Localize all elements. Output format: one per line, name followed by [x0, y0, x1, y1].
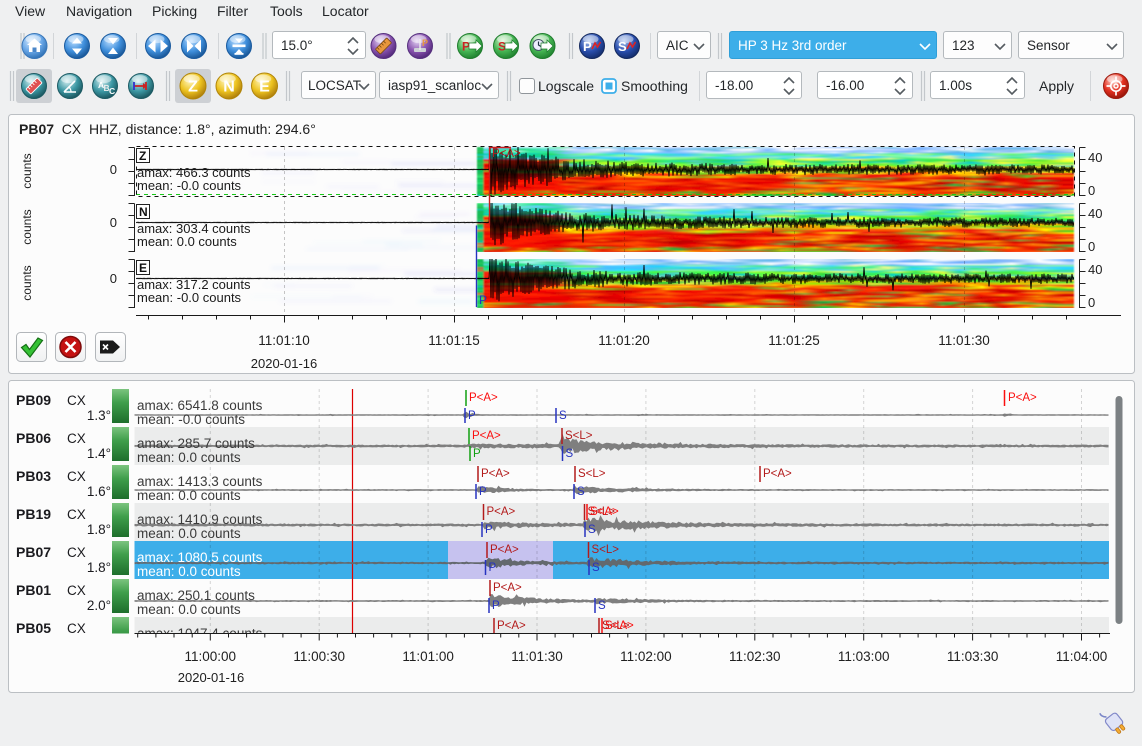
svg-text:E: E — [259, 79, 270, 96]
svg-text:S: S — [618, 39, 627, 54]
svg-text:N: N — [223, 79, 235, 96]
svg-text:P: P — [583, 39, 592, 54]
svg-text:P: P — [422, 38, 428, 48]
svg-text:Z: Z — [188, 79, 198, 96]
svg-text:C: C — [109, 86, 115, 96]
